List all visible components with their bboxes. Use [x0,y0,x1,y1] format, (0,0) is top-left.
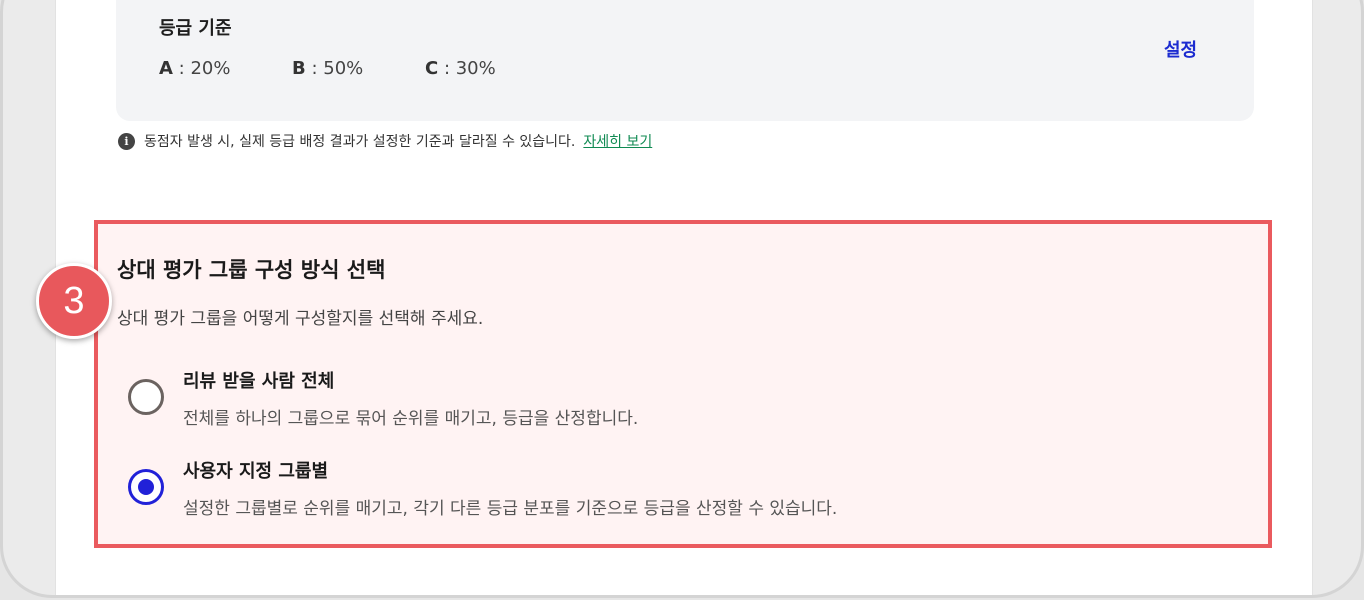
grade-separator: : [305,58,324,79]
grade-value: 50% [323,58,364,79]
group-method-section: 상대 평가 그룹 구성 방식 선택 상대 평가 그룹을 어떻게 구성할지를 선택… [94,220,1272,548]
radio-dot [138,479,154,495]
grade-key: A [159,58,173,79]
radio-unchecked[interactable] [128,379,164,415]
grade-value: 30% [455,58,496,79]
learn-more-link[interactable]: 자세히 보기 [583,131,652,151]
grade-item-a: A : 20% [159,58,292,79]
section-description: 상대 평가 그룹을 어떻게 구성할지를 선택해 주세요. [117,309,484,329]
grade-key: C [425,58,439,79]
grade-settings-link[interactable]: 설정 [1164,36,1197,62]
grade-criteria-list: A : 20% B : 50% C : 30% [159,58,558,79]
grade-criteria-card: 등급 기준 A : 20% B : 50% C : 30% 설정 [116,0,1254,121]
grade-separator: : [438,58,456,79]
grade-item-b: B : 50% [292,58,425,79]
grade-key: B [292,58,306,79]
option-all-reviewees[interactable]: 리뷰 받을 사람 전체 전체를 하나의 그룹으로 묶어 순위를 매기고, 등급을… [128,364,1228,434]
option-title: 사용자 지정 그룹별 [183,461,329,482]
grade-criteria-title: 등급 기준 [159,18,232,39]
option-description: 전체를 하나의 그룹으로 묶어 순위를 매기고, 등급을 산정합니다. [183,409,639,429]
option-description: 설정한 그룹별로 순위를 매기고, 각기 다른 등급 분포를 기준으로 등급을 … [183,499,838,519]
tie-notice: i 동점자 발생 시, 실제 등급 배정 결과가 설정한 기준과 달라질 수 있… [118,131,652,151]
step-number-badge: 3 [36,263,112,339]
option-custom-groups[interactable]: 사용자 지정 그룹별 설정한 그룹별로 순위를 매기고, 각기 다른 등급 분포… [128,454,1228,524]
grade-item-c: C : 30% [425,58,558,79]
grade-separator: : [172,58,191,79]
grade-value: 20% [190,58,231,79]
option-title: 리뷰 받을 사람 전체 [183,371,335,392]
section-title: 상대 평가 그룹 구성 방식 선택 [117,258,386,282]
info-icon: i [118,132,135,150]
tie-notice-text: 동점자 발생 시, 실제 등급 배정 결과가 설정한 기준과 달라질 수 있습니… [144,134,576,150]
radio-checked[interactable] [128,469,164,505]
